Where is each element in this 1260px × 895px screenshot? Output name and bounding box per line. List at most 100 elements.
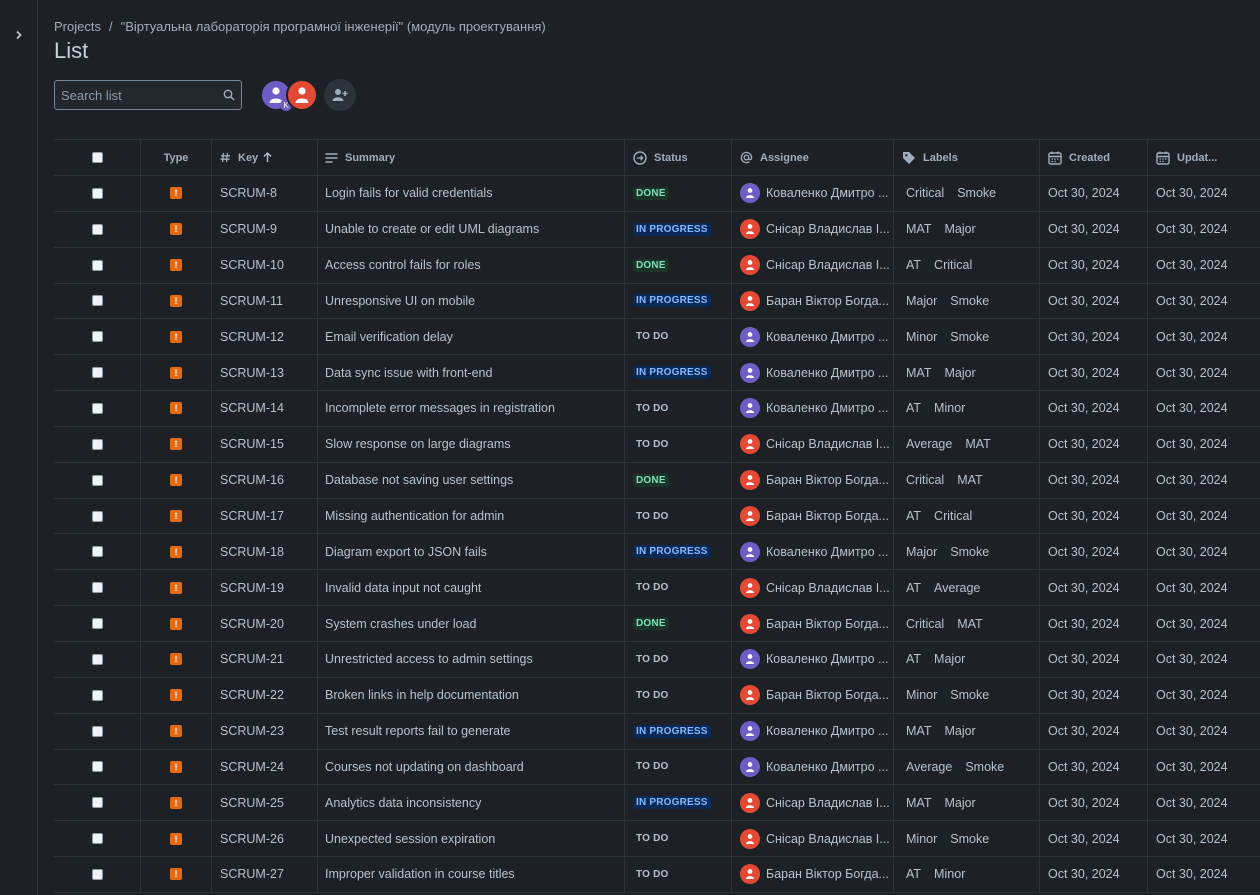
label-tag[interactable]: AT — [906, 581, 921, 595]
label-tag[interactable]: Minor — [934, 401, 965, 415]
header-updated[interactable]: Updat... — [1148, 140, 1260, 175]
row-checkbox[interactable] — [91, 223, 103, 235]
table-row[interactable]: ! SCRUM-11 Unresponsive UI on mobile IN … — [54, 283, 1260, 320]
issue-key-link[interactable]: SCRUM-9 — [220, 222, 277, 236]
issue-summary[interactable]: Unrestricted access to admin settings — [325, 652, 533, 666]
assignee-cell[interactable]: Коваленко Дмитро ... — [732, 355, 894, 391]
issue-summary[interactable]: Email verification delay — [325, 330, 453, 344]
status-badge[interactable]: IN PROGRESS — [633, 545, 711, 559]
bug-icon[interactable]: ! — [170, 689, 182, 702]
issue-summary[interactable]: Analytics data inconsistency — [325, 796, 481, 810]
header-labels[interactable]: Labels — [894, 140, 1040, 175]
label-tag[interactable]: AT — [906, 401, 921, 415]
label-tag[interactable]: Minor — [906, 832, 937, 846]
status-badge[interactable]: TO DO — [633, 689, 671, 702]
search-box[interactable] — [54, 80, 242, 110]
search-input[interactable] — [61, 87, 223, 103]
bug-icon[interactable]: ! — [170, 868, 182, 881]
table-row[interactable]: ! SCRUM-18 Diagram export to JSON fails … — [54, 534, 1260, 571]
issue-summary[interactable]: Missing authentication for admin — [325, 509, 504, 523]
status-badge[interactable]: TO DO — [633, 330, 671, 343]
assignee-cell[interactable]: Снісар Владислав І... — [732, 570, 894, 606]
assignee-cell[interactable]: Баран Віктор Богда... — [732, 498, 894, 534]
status-badge[interactable]: TO DO — [633, 438, 671, 451]
bug-icon[interactable]: ! — [170, 581, 182, 594]
label-tag[interactable]: Major — [944, 724, 975, 738]
add-people-button[interactable] — [324, 79, 356, 111]
status-badge[interactable]: IN PROGRESS — [633, 796, 711, 810]
label-tag[interactable]: Critical — [906, 473, 944, 487]
breadcrumb-projects-link[interactable]: Projects — [54, 19, 101, 34]
bug-icon[interactable]: ! — [170, 366, 182, 379]
row-checkbox[interactable] — [91, 582, 103, 594]
assignee-cell[interactable]: Снісар Владислав І... — [732, 247, 894, 283]
status-badge[interactable]: TO DO — [633, 581, 671, 594]
label-tag[interactable]: Major — [906, 294, 937, 308]
label-tag[interactable]: MAT — [906, 366, 931, 380]
label-tag[interactable]: Smoke — [950, 832, 989, 846]
issue-key-link[interactable]: SCRUM-24 — [220, 760, 284, 774]
row-checkbox[interactable] — [91, 367, 103, 379]
assignee-cell[interactable]: Баран Віктор Богда... — [732, 462, 894, 498]
label-tag[interactable]: Major — [934, 652, 965, 666]
issue-key-link[interactable]: SCRUM-19 — [220, 581, 284, 595]
table-row[interactable]: ! SCRUM-14 Incomplete error messages in … — [54, 391, 1260, 427]
issue-summary[interactable]: Test result reports fail to generate — [325, 724, 511, 738]
status-badge[interactable]: DONE — [633, 617, 669, 631]
issue-summary[interactable]: Database not saving user settings — [325, 473, 513, 487]
header-status[interactable]: Status — [625, 140, 732, 175]
label-tag[interactable]: MAT — [906, 222, 931, 236]
table-row[interactable]: ! SCRUM-21 Unrestricted access to admin … — [54, 641, 1260, 678]
assignee-cell[interactable]: Снісар Владислав І... — [732, 785, 894, 821]
bug-icon[interactable]: ! — [170, 187, 182, 200]
label-tag[interactable]: MAT — [965, 437, 990, 451]
bug-icon[interactable]: ! — [170, 725, 182, 738]
row-checkbox[interactable] — [91, 761, 103, 773]
assignee-cell[interactable]: Коваленко Дмитро ... — [732, 391, 894, 426]
row-checkbox[interactable] — [91, 295, 103, 307]
table-row[interactable]: ! SCRUM-15 Slow response on large diagra… — [54, 426, 1260, 463]
header-type[interactable]: Type — [141, 140, 212, 175]
label-tag[interactable]: AT — [906, 867, 921, 881]
issue-key-link[interactable]: SCRUM-13 — [220, 366, 284, 380]
table-row[interactable]: ! SCRUM-22 Broken links in help document… — [54, 677, 1260, 714]
bug-icon[interactable]: ! — [170, 832, 182, 845]
row-checkbox[interactable] — [91, 546, 103, 558]
issue-key-link[interactable]: SCRUM-27 — [220, 867, 284, 881]
row-checkbox[interactable] — [91, 438, 103, 450]
issue-summary[interactable]: Unexpected session expiration — [325, 832, 495, 846]
issue-key-link[interactable]: SCRUM-25 — [220, 796, 284, 810]
label-tag[interactable]: Smoke — [950, 294, 989, 308]
bug-icon[interactable]: ! — [170, 760, 182, 773]
assignee-cell[interactable]: Баран Віктор Богда... — [732, 283, 894, 319]
row-checkbox[interactable] — [91, 653, 103, 665]
issue-key-link[interactable]: SCRUM-10 — [220, 258, 284, 272]
issue-key-link[interactable]: SCRUM-8 — [220, 186, 277, 200]
bug-icon[interactable]: ! — [170, 474, 182, 487]
issue-key-link[interactable]: SCRUM-18 — [220, 545, 284, 559]
row-checkbox[interactable] — [91, 474, 103, 486]
label-tag[interactable]: MAT — [906, 724, 931, 738]
assignee-cell[interactable]: Коваленко Дмитро ... — [732, 176, 894, 211]
breadcrumb-project-link[interactable]: "Віртуальна лабораторія програмної інжен… — [121, 19, 546, 34]
row-checkbox[interactable] — [91, 797, 103, 809]
table-row[interactable]: ! SCRUM-9 Unable to create or edit UML d… — [54, 211, 1260, 248]
assignee-cell[interactable]: Коваленко Дмитро ... — [732, 319, 894, 355]
bug-icon[interactable]: ! — [170, 617, 182, 630]
status-badge[interactable]: TO DO — [633, 402, 671, 415]
row-checkbox[interactable] — [91, 331, 103, 343]
assignee-cell[interactable]: Коваленко Дмитро ... — [732, 749, 894, 785]
status-badge[interactable]: IN PROGRESS — [633, 222, 711, 236]
row-checkbox[interactable] — [91, 510, 103, 522]
bug-icon[interactable]: ! — [170, 510, 182, 523]
issue-summary[interactable]: Incomplete error messages in registratio… — [325, 401, 555, 415]
issue-summary[interactable]: Broken links in help documentation — [325, 688, 519, 702]
expand-sidebar-button[interactable] — [10, 26, 28, 44]
status-badge[interactable]: DONE — [633, 473, 669, 487]
label-tag[interactable]: Smoke — [965, 760, 1004, 774]
assignee-cell[interactable]: Баран Віктор Богда... — [732, 606, 894, 641]
issue-summary[interactable]: Unresponsive UI on mobile — [325, 294, 475, 308]
assignee-cell[interactable]: Баран Віктор Богда... — [732, 677, 894, 713]
label-tag[interactable]: AT — [906, 652, 921, 666]
status-badge[interactable]: DONE — [633, 258, 669, 272]
